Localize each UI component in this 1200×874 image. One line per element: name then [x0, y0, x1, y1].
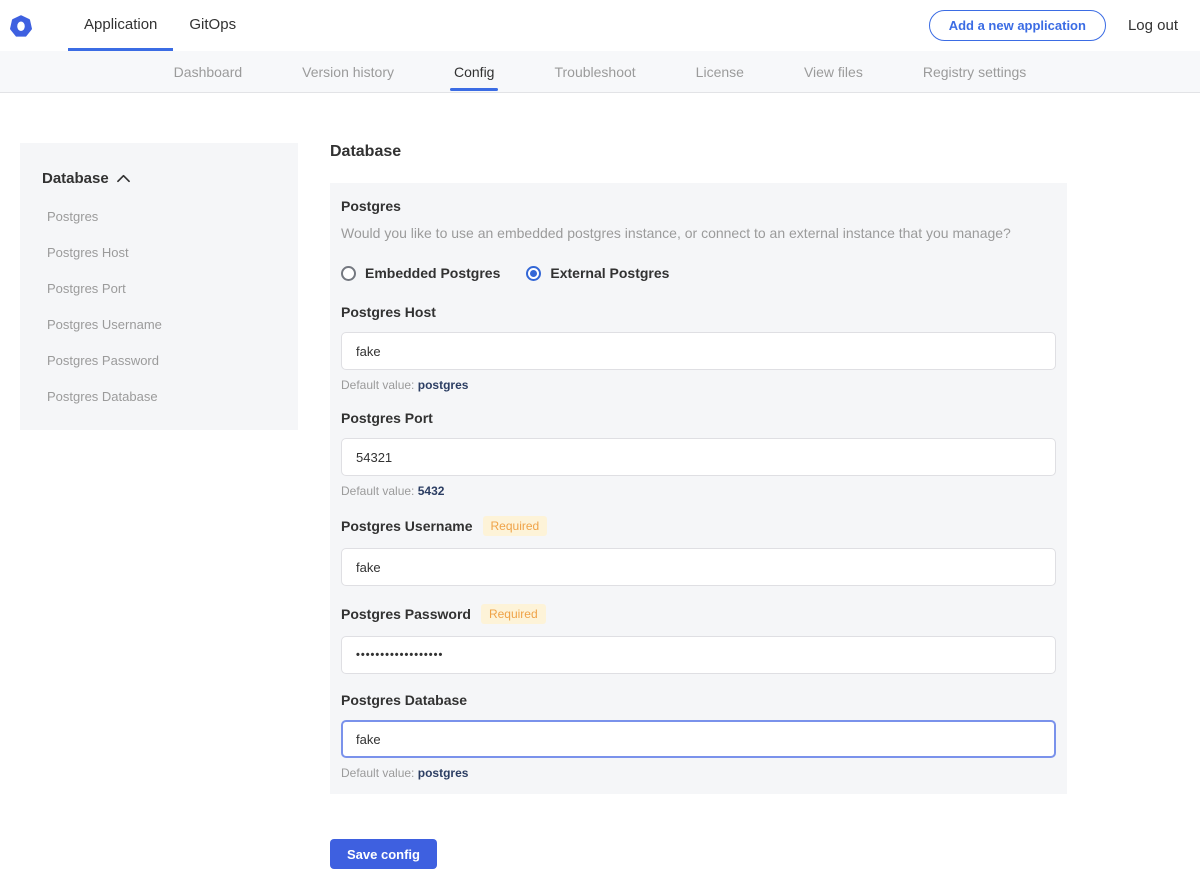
tab-application-label: Application [84, 16, 157, 33]
tab-gitops-label: GitOps [189, 16, 236, 33]
field-postgres-username: Postgres Username Required [341, 516, 1056, 586]
app-logo-icon [10, 15, 32, 37]
header-tabs: Application GitOps [68, 0, 252, 51]
tab-gitops[interactable]: GitOps [173, 0, 252, 51]
postgres-username-label: Postgres Username [341, 518, 473, 534]
subnav-troubleshoot[interactable]: Troubleshoot [554, 51, 635, 92]
config-group-panel: Postgres Would you like to use an embedd… [330, 183, 1067, 794]
postgres-port-default-value: 5432 [418, 484, 445, 498]
sidebar-item-postgres-database[interactable]: Postgres Database [47, 389, 278, 404]
field-postgres-port: Postgres Port Default value: 5432 [341, 410, 1056, 498]
app-logo[interactable] [10, 0, 32, 51]
subnav-config-label: Config [454, 64, 494, 80]
subnav-view-files-label: View files [804, 64, 863, 80]
postgres-username-input[interactable] [341, 548, 1056, 586]
postgres-port-input[interactable] [341, 438, 1056, 476]
app-subnav: Dashboard Version history Config Trouble… [0, 51, 1200, 93]
header-right: Add a new application Log out [929, 0, 1200, 51]
postgres-host-input[interactable] [341, 332, 1056, 370]
add-application-button[interactable]: Add a new application [929, 10, 1106, 41]
page-title: Database [330, 143, 1067, 161]
sidebar-group-database[interactable]: Database [42, 170, 278, 187]
subnav-registry-settings-label: Registry settings [923, 64, 1026, 80]
app-header: Application GitOps Add a new application… [0, 0, 1200, 51]
group-title: Postgres [341, 198, 1056, 214]
radio-external-postgres-circle [526, 266, 541, 281]
postgres-password-required-badge: Required [481, 604, 546, 624]
radio-embedded-postgres[interactable]: Embedded Postgres [341, 265, 500, 281]
logout-link[interactable]: Log out [1128, 17, 1178, 34]
config-sidebar: Database Postgres Postgres Host Postgres… [20, 143, 298, 430]
subnav-version-history-label: Version history [302, 64, 394, 80]
subnav-dashboard[interactable]: Dashboard [174, 51, 243, 92]
postgres-host-default: Default value: postgres [341, 378, 1056, 392]
postgres-username-required-badge: Required [483, 516, 548, 536]
postgres-password-input[interactable] [341, 636, 1056, 674]
radio-embedded-postgres-circle [341, 266, 356, 281]
postgres-radio-group: Embedded Postgres External Postgres [341, 265, 1056, 281]
postgres-database-default-value: postgres [418, 766, 469, 780]
sidebar-item-postgres-host[interactable]: Postgres Host [47, 245, 278, 260]
config-main: Database Postgres Would you like to use … [330, 143, 1067, 869]
radio-external-postgres[interactable]: External Postgres [526, 265, 669, 281]
chevron-up-icon [117, 174, 130, 183]
postgres-database-default: Default value: postgres [341, 766, 1056, 780]
postgres-port-default: Default value: 5432 [341, 484, 1056, 498]
radio-external-postgres-label: External Postgres [550, 265, 669, 281]
postgres-port-default-label: Default value: [341, 484, 414, 498]
postgres-database-default-label: Default value: [341, 766, 414, 780]
sidebar-item-postgres[interactable]: Postgres [47, 209, 278, 224]
subnav-config[interactable]: Config [454, 51, 494, 92]
group-help-text: Would you like to use an embedded postgr… [341, 225, 1056, 241]
radio-embedded-postgres-label: Embedded Postgres [365, 265, 500, 281]
save-config-button[interactable]: Save config [330, 839, 437, 869]
postgres-database-input[interactable] [341, 720, 1056, 758]
subnav-view-files[interactable]: View files [804, 51, 863, 92]
postgres-password-label: Postgres Password [341, 606, 471, 622]
subnav-license-label: License [696, 64, 744, 80]
sidebar-item-postgres-password[interactable]: Postgres Password [47, 353, 278, 368]
postgres-host-default-value: postgres [418, 378, 469, 392]
subnav-troubleshoot-label: Troubleshoot [554, 64, 635, 80]
field-postgres-host: Postgres Host Default value: postgres [341, 304, 1056, 392]
postgres-port-label: Postgres Port [341, 410, 433, 426]
config-content: Database Postgres Postgres Host Postgres… [0, 93, 1200, 869]
field-postgres-password: Postgres Password Required [341, 604, 1056, 674]
postgres-host-label: Postgres Host [341, 304, 436, 320]
sidebar-group-database-label: Database [42, 170, 109, 187]
tab-application[interactable]: Application [68, 0, 173, 51]
field-postgres-database: Postgres Database Default value: postgre… [341, 692, 1056, 780]
sidebar-item-postgres-port[interactable]: Postgres Port [47, 281, 278, 296]
subnav-registry-settings[interactable]: Registry settings [923, 51, 1026, 92]
postgres-database-label: Postgres Database [341, 692, 467, 708]
sidebar-items: Postgres Postgres Host Postgres Port Pos… [42, 209, 278, 404]
postgres-host-default-label: Default value: [341, 378, 414, 392]
subnav-dashboard-label: Dashboard [174, 64, 243, 80]
subnav-license[interactable]: License [696, 51, 744, 92]
sidebar-item-postgres-username[interactable]: Postgres Username [47, 317, 278, 332]
subnav-version-history[interactable]: Version history [302, 51, 394, 92]
